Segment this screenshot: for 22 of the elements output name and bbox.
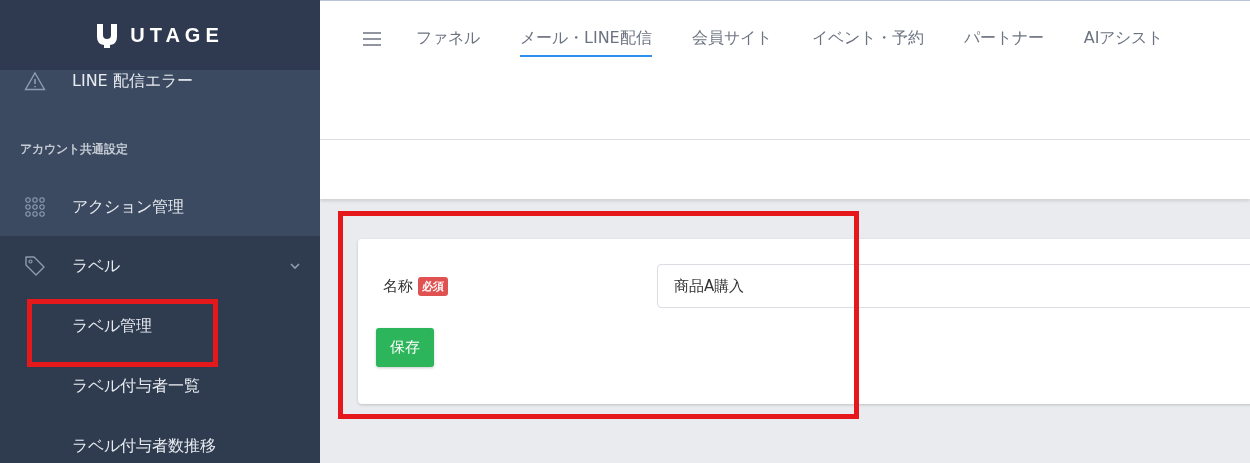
nav-tab[interactable]: パートナー [963,28,1044,57]
logo-icon [96,22,119,48]
logo-text: UTAGE [130,23,224,47]
field-label: 名称 [383,276,413,296]
section-heading: アカウント共通設定 [0,111,320,178]
sidebar-subitem[interactable]: ラベル管理 [72,315,152,337]
nav-tab[interactable]: 会員サイト [691,28,772,57]
name-input-field[interactable]: 商品A購入 [657,264,1250,308]
tag-icon [24,255,46,277]
grid-icon [24,197,46,217]
chevron-icon[interactable] [290,262,300,270]
sidebar-subitem[interactable]: ラベル付与者一覧 [72,375,200,397]
warning-icon [24,71,46,91]
sidebar-item[interactable]: ラベル [72,255,120,277]
required-badge: 必須 [418,276,448,296]
nav-tab[interactable]: イベント・予約 [811,28,924,57]
nav-tab[interactable]: ファネル [416,28,480,57]
menu-icon[interactable] [362,31,382,47]
nav-tab[interactable]: メール・LINE配信 [520,28,652,57]
sidebar-subitem[interactable]: ラベル付与者数推移 [72,435,216,457]
nav-tab[interactable]: AIアシスト [1083,28,1164,57]
sidebar-item[interactable]: アクション管理 [72,196,184,218]
